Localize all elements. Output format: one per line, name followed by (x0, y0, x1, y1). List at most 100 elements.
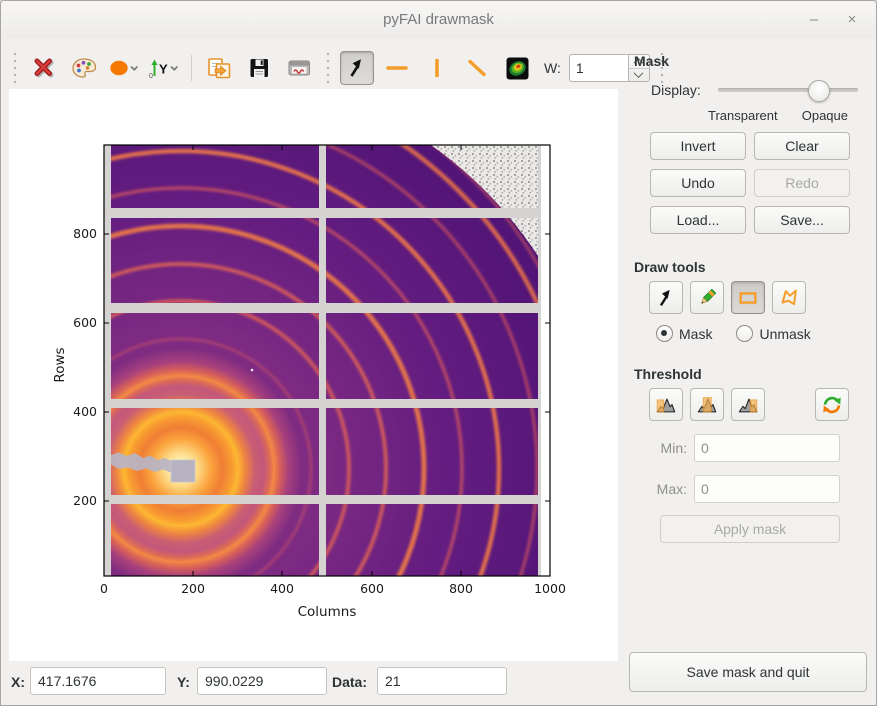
svg-text:Y: Y (159, 62, 168, 77)
width-label: W: (544, 60, 561, 76)
save-mask-quit-button[interactable]: Save mask and quit (629, 652, 867, 692)
undo-button[interactable]: Undo (650, 169, 746, 197)
rectangle-icon (737, 287, 759, 309)
toolbar-handle-2[interactable] (325, 53, 331, 83)
svg-text:400: 400 (73, 404, 97, 419)
mask-radio[interactable] (656, 325, 673, 342)
svg-text:0: 0 (100, 581, 108, 596)
invert-button[interactable]: Invert (650, 132, 746, 160)
mask-radio-label: Mask (679, 326, 712, 342)
display-label: Display: (651, 82, 701, 98)
snapshot-button[interactable] (282, 51, 316, 85)
palette-button[interactable] (67, 51, 101, 85)
beamstop-square-mask (171, 460, 195, 482)
svg-text:800: 800 (449, 581, 473, 596)
histogram-below-icon (655, 394, 677, 416)
refresh-threshold-button[interactable] (815, 388, 849, 421)
colormap-icon (506, 57, 529, 80)
orange-ellipse-icon (108, 57, 140, 79)
minimize-button[interactable]: – (802, 9, 826, 31)
cursor-arrow-icon (655, 287, 677, 309)
line-tool-button[interactable] (460, 51, 494, 85)
red-x-icon (32, 56, 56, 80)
toolbar: Y 0 (9, 49, 668, 87)
min-input[interactable] (694, 434, 840, 462)
x-coord-label: X: (11, 674, 25, 690)
close-button[interactable]: × (840, 9, 864, 31)
mask-between-threshold-button[interactable] (690, 388, 724, 421)
load-button[interactable]: Load... (650, 206, 746, 234)
toolbar-separator (191, 55, 192, 81)
histogram-between-icon (696, 394, 718, 416)
save-figure-button[interactable] (242, 51, 276, 85)
histogram-above-icon (737, 394, 759, 416)
mask-panel: Mask Display: Transparent Opaque Invert … (623, 53, 871, 543)
plot-widget: 0 200 400 600 800 1000 800 600 400 200 C… (9, 89, 618, 661)
svg-text:0: 0 (149, 73, 153, 79)
mask-below-threshold-button[interactable] (649, 388, 683, 421)
unmask-radio-label: Unmask (759, 326, 810, 342)
titlebar: pyFAI drawmask – × (1, 1, 876, 39)
min-label: Min: (623, 440, 694, 456)
unmask-radio[interactable] (736, 325, 753, 342)
apply-mask-button[interactable]: Apply mask (660, 515, 840, 543)
transparent-label: Transparent (708, 108, 778, 123)
vline-tool-button[interactable] (420, 51, 454, 85)
floppy-disk-icon (247, 56, 271, 80)
x-coord-field[interactable] (30, 667, 166, 695)
clear-plot-button[interactable] (27, 51, 61, 85)
cursor-arrow-icon (345, 56, 369, 80)
slider-handle[interactable] (808, 80, 830, 102)
app-window: pyFAI drawmask – × (0, 0, 877, 706)
polygon-tool-button[interactable] (772, 281, 806, 314)
max-input[interactable] (694, 475, 840, 503)
y-coord-label: Y: (177, 674, 190, 690)
hot-pixel (251, 369, 254, 372)
svg-text:200: 200 (73, 493, 97, 508)
pencil-tool-button[interactable] (690, 281, 724, 314)
svg-text:600: 600 (73, 315, 97, 330)
opaque-label: Opaque (802, 108, 848, 123)
diffraction-plot[interactable]: 0 200 400 600 800 1000 800 600 400 200 C… (9, 89, 618, 661)
palette-icon (71, 56, 98, 80)
mask-above-threshold-button[interactable] (731, 388, 765, 421)
vertical-line-icon (426, 57, 448, 79)
select-tool-button[interactable] (649, 281, 683, 314)
mask-opacity-slider[interactable] (718, 80, 858, 100)
svg-text:1000: 1000 (534, 581, 566, 596)
draw-tools-title: Draw tools (634, 259, 871, 275)
pan-select-tool-button[interactable] (340, 51, 374, 85)
data-value-label: Data: (332, 674, 367, 690)
y-coord-field[interactable] (197, 667, 327, 695)
copy-icon (206, 56, 233, 80)
y-axis-label: Rows (52, 347, 68, 382)
refresh-icon (821, 394, 843, 416)
max-label: Max: (623, 481, 694, 497)
print-preview-icon (286, 57, 313, 79)
polygon-icon (778, 287, 800, 309)
mask-section-title: Mask (634, 53, 871, 69)
svg-text:800: 800 (73, 226, 97, 241)
copy-button[interactable] (202, 51, 236, 85)
redo-button[interactable]: Redo (754, 169, 850, 197)
toolbar-handle[interactable] (12, 53, 18, 83)
rectangle-tool-button[interactable] (731, 281, 765, 314)
colormap-button[interactable] (500, 51, 534, 85)
y-axis-button[interactable]: Y 0 (147, 51, 181, 85)
hline-tool-button[interactable] (380, 51, 414, 85)
pencil-icon (696, 287, 718, 309)
y-axis-icon: Y 0 (148, 57, 180, 79)
horizontal-line-icon (384, 57, 410, 79)
clear-button[interactable]: Clear (754, 132, 850, 160)
window-title: pyFAI drawmask (1, 11, 876, 28)
svg-text:600: 600 (360, 581, 384, 596)
svg-text:400: 400 (270, 581, 294, 596)
save-button[interactable]: Save... (754, 206, 850, 234)
line-width-input[interactable] (569, 54, 629, 82)
threshold-title: Threshold (634, 366, 871, 382)
detector-edge-blank (541, 145, 550, 576)
slider-track[interactable] (718, 88, 858, 92)
data-value-field[interactable] (377, 667, 507, 695)
curve-style-button[interactable] (107, 51, 141, 85)
x-axis-label: Columns (298, 604, 357, 620)
